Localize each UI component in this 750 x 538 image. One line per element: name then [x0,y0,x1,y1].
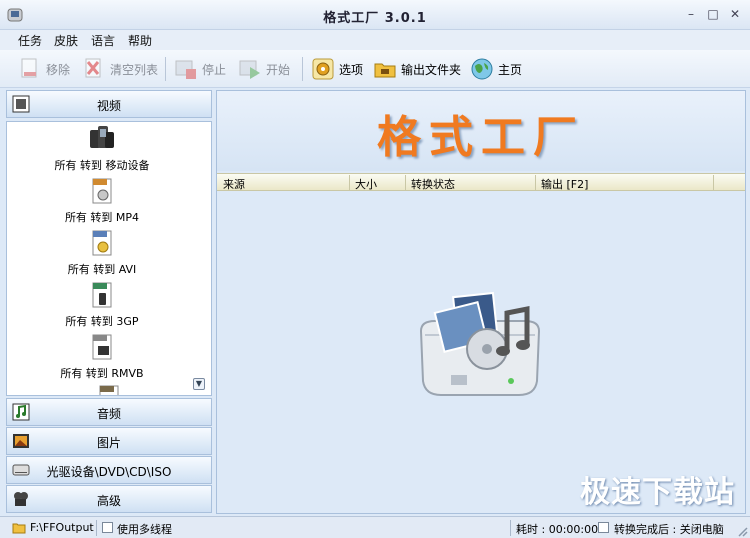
menu-task[interactable]: 任务 [18,32,42,49]
stop-icon [175,60,196,79]
gif-file-icon [99,385,119,395]
scroll-down-button[interactable]: ▼ [193,378,205,390]
banner: 格式工厂 [217,91,745,171]
minimize-button[interactable]: – [684,7,698,21]
window-title: 格式工厂 3.0.1 [323,11,427,26]
options-label: 选项 [339,62,364,77]
elapsed-time: 耗时 : 00:00:00 [516,523,599,536]
output-path: F:\FFOutput [30,521,94,534]
column-divider[interactable] [535,175,536,190]
watermark: 极速下载站 [580,475,735,510]
column-divider[interactable] [713,175,714,190]
remove-icon [21,58,37,78]
category-disc-label: 光驱设备\DVD\CD\ISO [46,465,172,479]
category-video[interactable]: 视频 [6,90,212,118]
task-table-header: 来源 大小 转换状态 输出 [F2] [217,173,745,191]
category-audio[interactable]: 音频 [6,398,212,426]
menu-bar: 任务 皮肤 语言 帮助 [0,30,750,50]
task-area: 格式工厂 来源 大小 转换状态 输出 [F2] 极速下载站 [216,90,746,514]
gear-icon [312,58,334,80]
title-bar: 格式工厂 3.0.1 – □ ✕ [0,0,750,30]
maximize-button[interactable]: □ [706,7,720,21]
after-convert-label: 转换完成后 : 关闭电脑 [614,523,724,536]
folder-icon[interactable] [12,521,26,534]
menu-language[interactable]: 语言 [91,32,115,49]
format-label: 所有 转到 移动设备 [54,159,150,172]
column-status[interactable]: 转换状态 [411,176,455,192]
category-picture-label: 图片 [96,436,121,450]
home-label: 主页 [498,62,523,77]
multithread-label: 使用多线程 [117,523,172,536]
status-bar: F:\FFOutput 使用多线程 耗时 : 00:00:00 转换完成后 : … [0,516,750,538]
column-size[interactable]: 大小 [355,176,377,192]
category-audio-label: 音频 [96,407,121,421]
format-mp4[interactable]: 所有 转到 MP4 [7,176,197,225]
format-factory-logo [419,291,541,396]
toolbar-separator [302,57,303,81]
resize-grip-icon[interactable] [736,525,748,537]
multithread-checkbox[interactable] [102,522,113,533]
clear-list-icon [85,58,101,78]
format-label: 所有 转到 RMVB [60,367,144,380]
column-divider[interactable] [349,175,350,190]
format-rmvb[interactable]: 所有 转到 RMVB [7,332,197,381]
remove-button[interactable]: 移除 [18,55,70,83]
clear-list-label: 清空列表 [110,62,159,77]
stop-button[interactable]: 停止 [174,55,226,83]
format-mobile-device[interactable]: 所有 转到 移动设备 [7,124,197,173]
menu-help[interactable]: 帮助 [128,32,152,49]
format-label: 所有 转到 AVI [67,263,137,276]
category-advanced-label: 高级 [96,494,121,508]
menu-skin[interactable]: 皮肤 [54,32,78,49]
format-label: 所有 转到 MP4 [64,211,140,224]
stop-label: 停止 [202,62,227,77]
status-separator [96,520,97,536]
column-divider[interactable] [405,175,406,190]
video-format-list: 所有 转到 移动设备 所有 转到 MP4 所有 转到 AVI 所有 转到 3GP… [6,121,212,396]
start-icon [239,60,260,79]
start-label: 开始 [266,62,291,77]
after-convert-checkbox[interactable] [598,522,609,533]
format-avi[interactable]: 所有 转到 AVI [7,228,197,277]
avi-file-icon [92,230,112,256]
output-folder-button[interactable]: 输出文件夹 [373,55,461,83]
category-picture[interactable]: 图片 [6,427,212,455]
clear-list-button[interactable]: 清空列表 [82,55,158,83]
status-separator [510,520,511,536]
category-panel: 视频 所有 转到 移动设备 所有 转到 MP4 所有 转到 AVI 所有 转到 … [6,90,212,514]
mp4-file-icon [92,178,112,204]
format-label: 所有 转到 3GP [65,315,139,328]
rmvb-file-icon [92,334,112,360]
format-3gp[interactable]: 所有 转到 3GP [7,280,197,329]
folder-icon [374,63,396,78]
options-button[interactable]: 选项 [311,55,363,83]
category-disc[interactable]: 光驱设备\DVD\CD\ISO [6,456,212,484]
globe-icon [471,58,493,80]
remove-label: 移除 [46,62,71,77]
category-video-label: 视频 [96,99,121,113]
close-button[interactable]: ✕ [728,7,742,21]
banner-title: 格式工厂 [377,112,585,163]
toolbar-separator [165,57,166,81]
mobile-devices-icon [90,126,114,148]
3gp-file-icon [92,282,112,308]
column-output[interactable]: 输出 [F2] [541,176,588,192]
output-folder-label: 输出文件夹 [401,62,462,77]
home-button[interactable]: 主页 [470,55,522,83]
column-source[interactable]: 来源 [223,176,245,192]
toolbar: 移除 清空列表 停止 开始 选项 输出文件夹 主页 [0,50,750,88]
start-button[interactable]: 开始 [238,55,290,83]
category-advanced[interactable]: 高级 [6,485,212,513]
